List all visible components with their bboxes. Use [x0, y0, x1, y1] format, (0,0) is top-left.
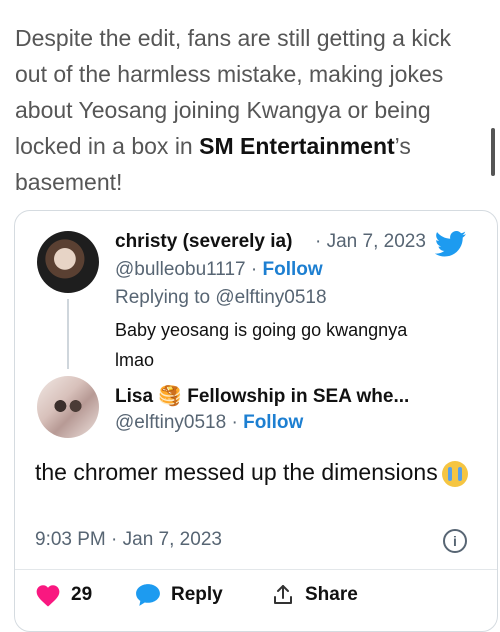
reply-display-name[interactable]: Lisa 🥞 Fellowship in SEA whe... [115, 384, 409, 408]
tweet-actions-bar: 29 Reply Share [35, 583, 475, 613]
share-icon[interactable] [271, 583, 295, 607]
like-action[interactable]: 29 [35, 583, 92, 607]
article-bold-link[interactable]: SM Entertainment [199, 133, 395, 159]
reply-follow-button[interactable]: Follow [243, 412, 303, 433]
parent-separator: · [250, 259, 258, 280]
info-icon[interactable]: i [443, 529, 467, 553]
heart-icon[interactable] [35, 583, 61, 607]
embedded-tweet-card[interactable]: christy (severely ia) · Jan 7, 2023 @bul… [14, 210, 498, 632]
parent-follow-button[interactable]: Follow [262, 259, 322, 280]
reply-action[interactable]: Reply [135, 583, 223, 607]
crying-face-emoji-icon [441, 460, 468, 487]
reply-label: Reply [171, 584, 223, 605]
reply-bubble-icon[interactable] [135, 583, 161, 607]
parent-display-name[interactable]: christy (severely ia) [115, 231, 292, 253]
avatar-parent[interactable] [37, 231, 99, 293]
share-label: Share [305, 584, 358, 605]
parent-handle-row: @bulleobu1117 · Follow [115, 259, 323, 281]
reply-handle[interactable]: @elftiny0518 [115, 412, 226, 433]
reply-tweet-text-block: the chromer messed up the dimensions [35, 456, 475, 488]
tweet-timestamp[interactable]: 9:03 PM · Jan 7, 2023 [35, 529, 222, 551]
parent-tweet-text: Baby yeosang is going go kwangnya lmao [115, 320, 408, 370]
reply-handle-row: @elftiny0518 · Follow [115, 412, 303, 434]
thread-connector-line [67, 299, 69, 369]
actions-divider [15, 569, 497, 570]
replying-to-label[interactable]: Replying to @elftiny0518 [115, 287, 327, 309]
likes-count: 29 [71, 584, 93, 605]
reply-separator: · [231, 412, 238, 433]
twitter-bird-icon[interactable] [435, 231, 467, 257]
scrollbar-thumb[interactable] [491, 128, 495, 176]
share-action[interactable]: Share [271, 583, 358, 607]
article-paragraph: Despite the edit, fans are still getting… [15, 20, 455, 200]
reply-tweet-text: the chromer messed up the dimensions [35, 459, 438, 485]
parent-handle[interactable]: @bulleobu1117 [115, 259, 246, 280]
avatar-reply[interactable] [37, 376, 99, 438]
parent-date[interactable]: · Jan 7, 2023 [315, 231, 426, 253]
